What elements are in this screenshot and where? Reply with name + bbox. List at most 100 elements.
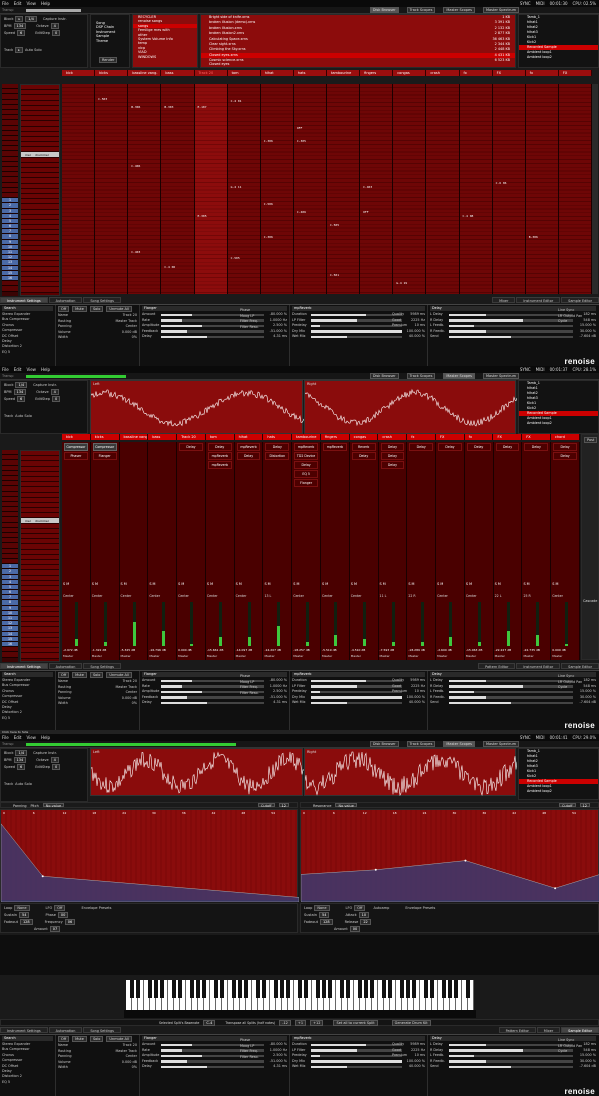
sync-indicator[interactable]: SYNC	[520, 0, 531, 7]
envelope-editor-right[interactable]: 06121824303642485460	[300, 809, 599, 903]
black-key[interactable]	[466, 980, 470, 998]
black-key[interactable]	[196, 980, 200, 998]
phase-value[interactable]: 00	[57, 911, 69, 918]
fadeout-value[interactable]: 128	[19, 918, 33, 925]
solo-mute-buttons[interactable]: S M	[149, 582, 155, 586]
pattern-note[interactable]: B-306	[131, 105, 140, 109]
black-key[interactable]	[370, 980, 374, 998]
capture-instr-toggle[interactable]: Capture Instr.	[43, 17, 67, 21]
volume-value[interactable]: -5.519 dB	[322, 648, 337, 652]
pan-value[interactable]: Center	[121, 594, 132, 598]
track-header[interactable]: bass	[161, 70, 195, 76]
split-keyboard[interactable]	[126, 980, 474, 1010]
mixer-track-header[interactable]: kick	[62, 434, 91, 440]
track-toggle[interactable]: ▸	[15, 46, 23, 53]
dsp-device-slot[interactable]: Delay	[265, 443, 290, 451]
track-header[interactable]: kicks	[95, 70, 129, 76]
output-routing[interactable]: Master	[207, 654, 217, 658]
octave-value[interactable]: 4	[50, 22, 59, 29]
dsp-device-slot[interactable]: TD2 Device	[294, 452, 318, 460]
param-slider[interactable]	[311, 1065, 402, 1069]
solo-mute-buttons[interactable]: S M	[236, 582, 242, 586]
block-toggle[interactable]: ▸	[15, 15, 24, 22]
volume-value[interactable]: -5.325 dB	[121, 648, 136, 652]
black-key[interactable]	[364, 980, 368, 998]
volume-value[interactable]: 0.000 dB	[178, 648, 192, 652]
envelope-point[interactable]	[554, 887, 557, 890]
dsp-device-slot[interactable]: Delay	[553, 452, 577, 460]
dsp-device-slot[interactable]: Delay	[207, 443, 232, 451]
track-header[interactable]: fx	[525, 70, 559, 76]
pattern-note[interactable]: G-4 19	[396, 281, 407, 285]
dsp-device-slot[interactable]: Delay	[380, 452, 405, 460]
tab-master-scopes[interactable]: Master Scopes	[443, 7, 475, 13]
browser-type-theme[interactable]: Theme	[91, 39, 129, 43]
dsp-device-slot[interactable]: mpReverb	[294, 443, 318, 451]
pan-value[interactable]: Center	[236, 594, 247, 598]
mixer-track-header[interactable]: kicks	[90, 434, 120, 440]
tab-master-spectrum[interactable]: Master Spectrum	[482, 741, 519, 747]
black-key[interactable]	[298, 980, 302, 998]
pattern-matrix[interactable]: mer drummer	[20, 450, 60, 662]
param-slider[interactable]	[449, 335, 573, 339]
auto-solo-toggle[interactable]: Auto Solo	[25, 48, 42, 52]
pattern-note[interactable]: G-4 11	[231, 185, 242, 189]
track-header[interactable]: congas	[393, 70, 427, 76]
black-key[interactable]	[154, 980, 158, 998]
pattern-matrix[interactable]: mer drummer	[20, 84, 60, 296]
black-key[interactable]	[430, 980, 434, 998]
solo-mute-buttons[interactable]: S M	[351, 582, 357, 586]
tab-instrument-settings[interactable]: Instrument Settings	[0, 1027, 48, 1033]
mixer-track-header[interactable]: FX	[435, 434, 465, 440]
bpm-value[interactable]: 134	[13, 756, 27, 763]
dsp-device-slot[interactable]: Compressor	[92, 443, 117, 451]
param-slider[interactable]	[311, 319, 402, 322]
dsp-device-slot[interactable]: Delay	[179, 443, 203, 451]
lines-value[interactable]: 1/4	[15, 749, 28, 756]
mixer-track-header[interactable]: FX	[493, 434, 523, 440]
pattern-sequencer[interactable]: 1 2 3 4 5 6 7 8 9 10 11 12 13 14 15 16	[2, 84, 18, 296]
song-position-bar[interactable]	[26, 374, 126, 378]
pattern-note[interactable]: C-501	[330, 273, 339, 277]
flanger-res[interactable]: Filter Reso.	[240, 691, 286, 697]
mixer-track-header[interactable]: hats	[263, 434, 293, 440]
black-key[interactable]	[280, 980, 284, 998]
param-slider[interactable]	[449, 330, 573, 333]
pattern-note[interactable]: B-303	[164, 105, 173, 109]
mixer-track-header[interactable]: crash	[378, 434, 408, 440]
capture-instr-toggle[interactable]: Capture Instr.	[33, 751, 57, 755]
speed-value[interactable]: 6	[16, 395, 26, 402]
lfo-select[interactable]: Off	[354, 904, 366, 911]
volume-value[interactable]: -18.289 dB	[408, 648, 425, 652]
pattern-sequencer[interactable]: 1 2 3 4 5 6 7 8 9 10 11 12 13 14 15 16	[2, 450, 18, 662]
output-routing[interactable]: Master	[408, 654, 418, 658]
menu-help[interactable]: Help	[41, 0, 50, 7]
delay-cycle[interactable]: Cycle	[558, 319, 582, 325]
pattern-note[interactable]: C-6 06	[496, 181, 507, 185]
solo-mute-buttons[interactable]: S M	[63, 582, 69, 586]
black-key[interactable]	[316, 980, 320, 998]
tab-sample-editor[interactable]: Sample Editor	[561, 297, 599, 303]
mixer-track-header[interactable]: tom	[205, 434, 235, 440]
output-routing[interactable]: Master	[236, 654, 246, 658]
dsp-device-slot[interactable]: Reverb	[351, 443, 376, 451]
pattern-note[interactable]: C-406	[131, 164, 140, 168]
envelope-left-graph[interactable]: 06121824303642485460	[0, 810, 305, 903]
black-key[interactable]	[178, 980, 182, 998]
param-slider[interactable]	[449, 679, 573, 682]
pan-value[interactable]: Center	[437, 594, 448, 598]
pan-value[interactable]: 22 L	[495, 594, 502, 598]
sustain-value[interactable]: 54	[18, 911, 30, 918]
pan-value[interactable]: 25 R	[523, 594, 530, 598]
speed-value[interactable]: 6	[16, 763, 26, 770]
transpose-up-octave[interactable]: +12	[310, 1019, 324, 1026]
dsp-device-slot[interactable]: Delay	[409, 443, 434, 451]
transpose-up-semitone[interactable]: +1	[294, 1019, 307, 1026]
track-mute-button[interactable]: Mute	[72, 1036, 87, 1042]
tab-automation[interactable]: Automation	[48, 663, 83, 669]
tab-disk-browser[interactable]: Disk Browser	[369, 741, 399, 747]
tab-master-scopes[interactable]: Master Scopes	[443, 373, 475, 379]
track-solo-button[interactable]: Solo	[89, 672, 104, 678]
envelope-presets[interactable]: Envelope Presets	[81, 906, 111, 910]
output-routing[interactable]: Master	[92, 654, 102, 658]
